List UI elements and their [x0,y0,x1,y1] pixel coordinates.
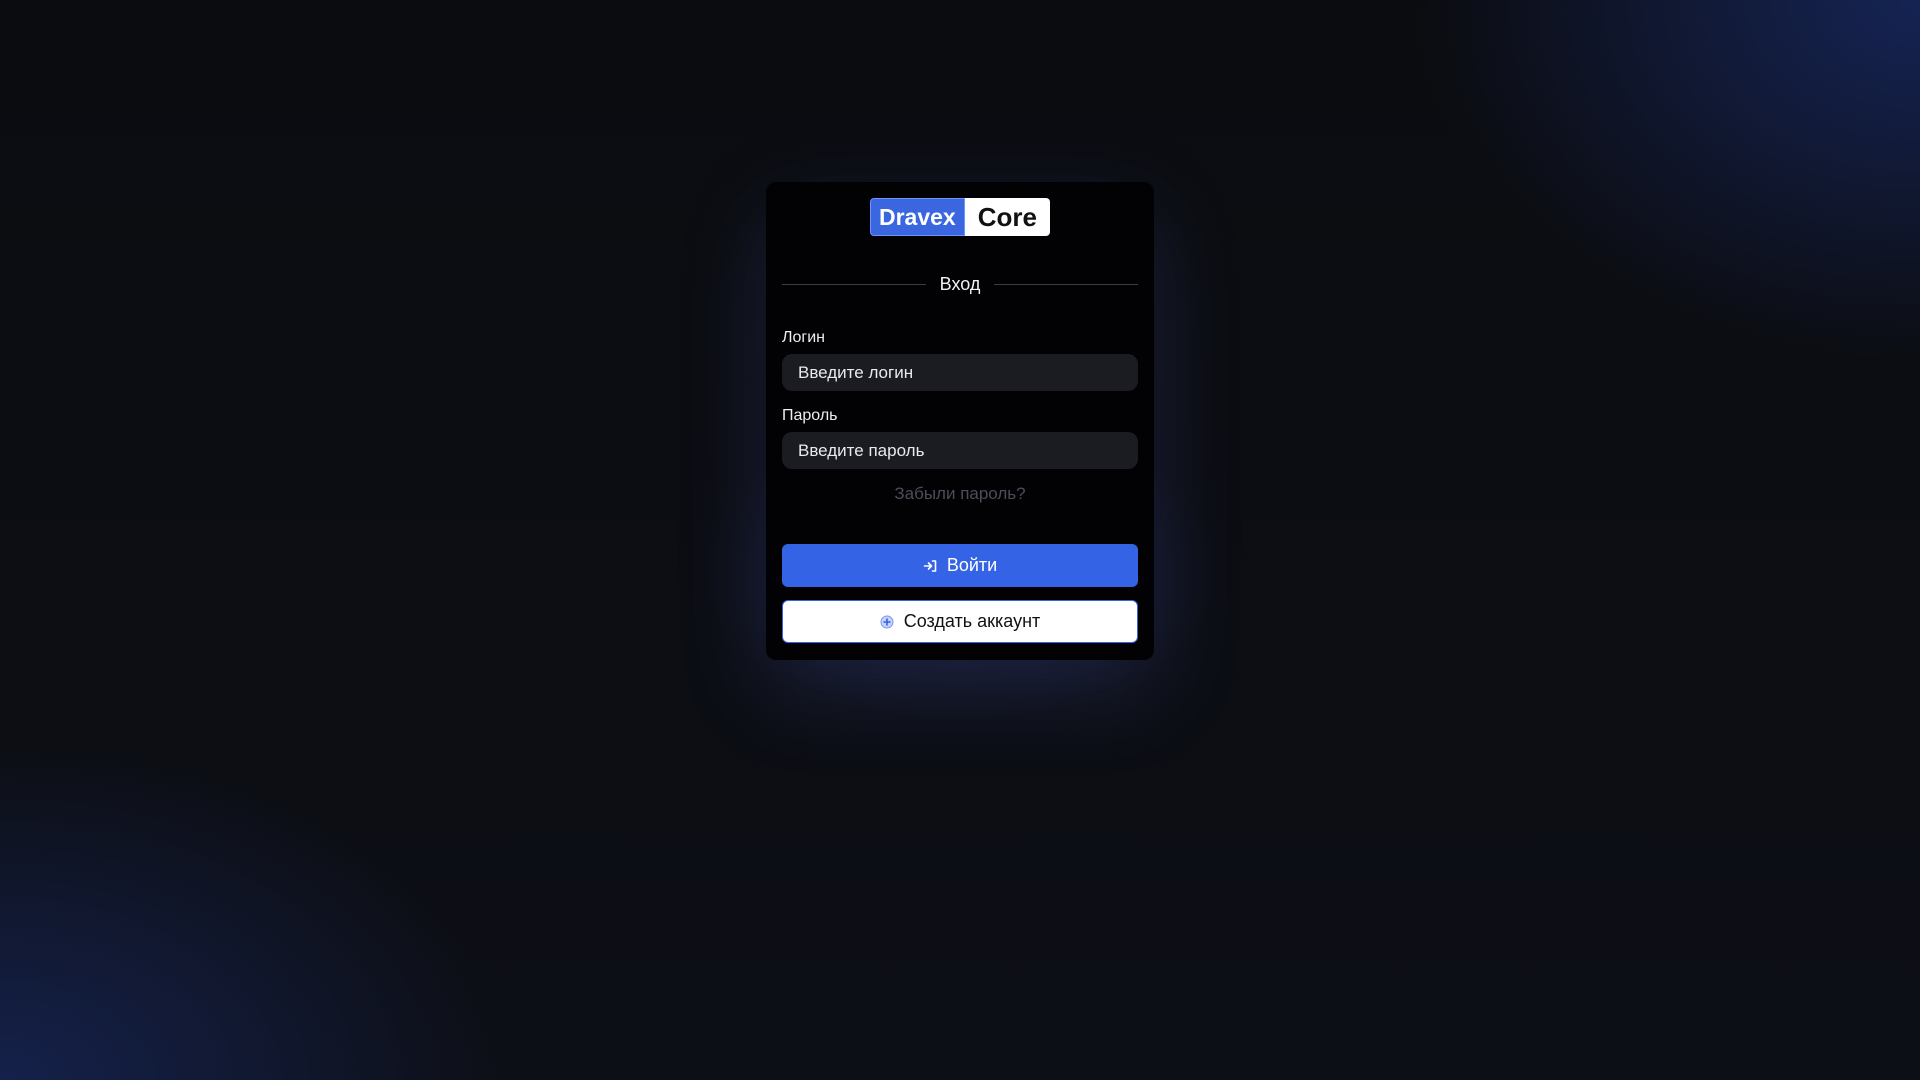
password-label: Пароль [782,407,838,424]
form-title: Вход [939,274,981,294]
create-account-button[interactable]: Создать аккаунт [782,600,1138,643]
divider-line-right [994,284,1139,285]
forgot-password-link[interactable]: Забыли пароль? [782,484,1138,504]
brand-logo: Dravex Core [782,198,1138,236]
login-button[interactable]: Войти [782,544,1138,587]
login-card: Dravex Core Вход Логин Пароль Забыли пар… [766,182,1154,660]
plus-circle-icon [880,615,894,629]
divider-line-left [782,284,926,285]
login-arrow-icon [923,559,937,573]
brand-logo-part-b: Core [964,198,1050,236]
password-input[interactable] [782,432,1138,469]
brand-logo-part-a: Dravex [870,198,965,236]
password-field: Пароль [782,407,1138,469]
login-input[interactable] [782,354,1138,391]
login-label: Логин [782,329,826,346]
create-account-button-label: Создать аккаунт [903,611,1041,631]
login-field: Логин [782,329,1138,391]
login-button-label: Войти [946,555,998,575]
form-title-divider: Вход [782,274,1139,295]
